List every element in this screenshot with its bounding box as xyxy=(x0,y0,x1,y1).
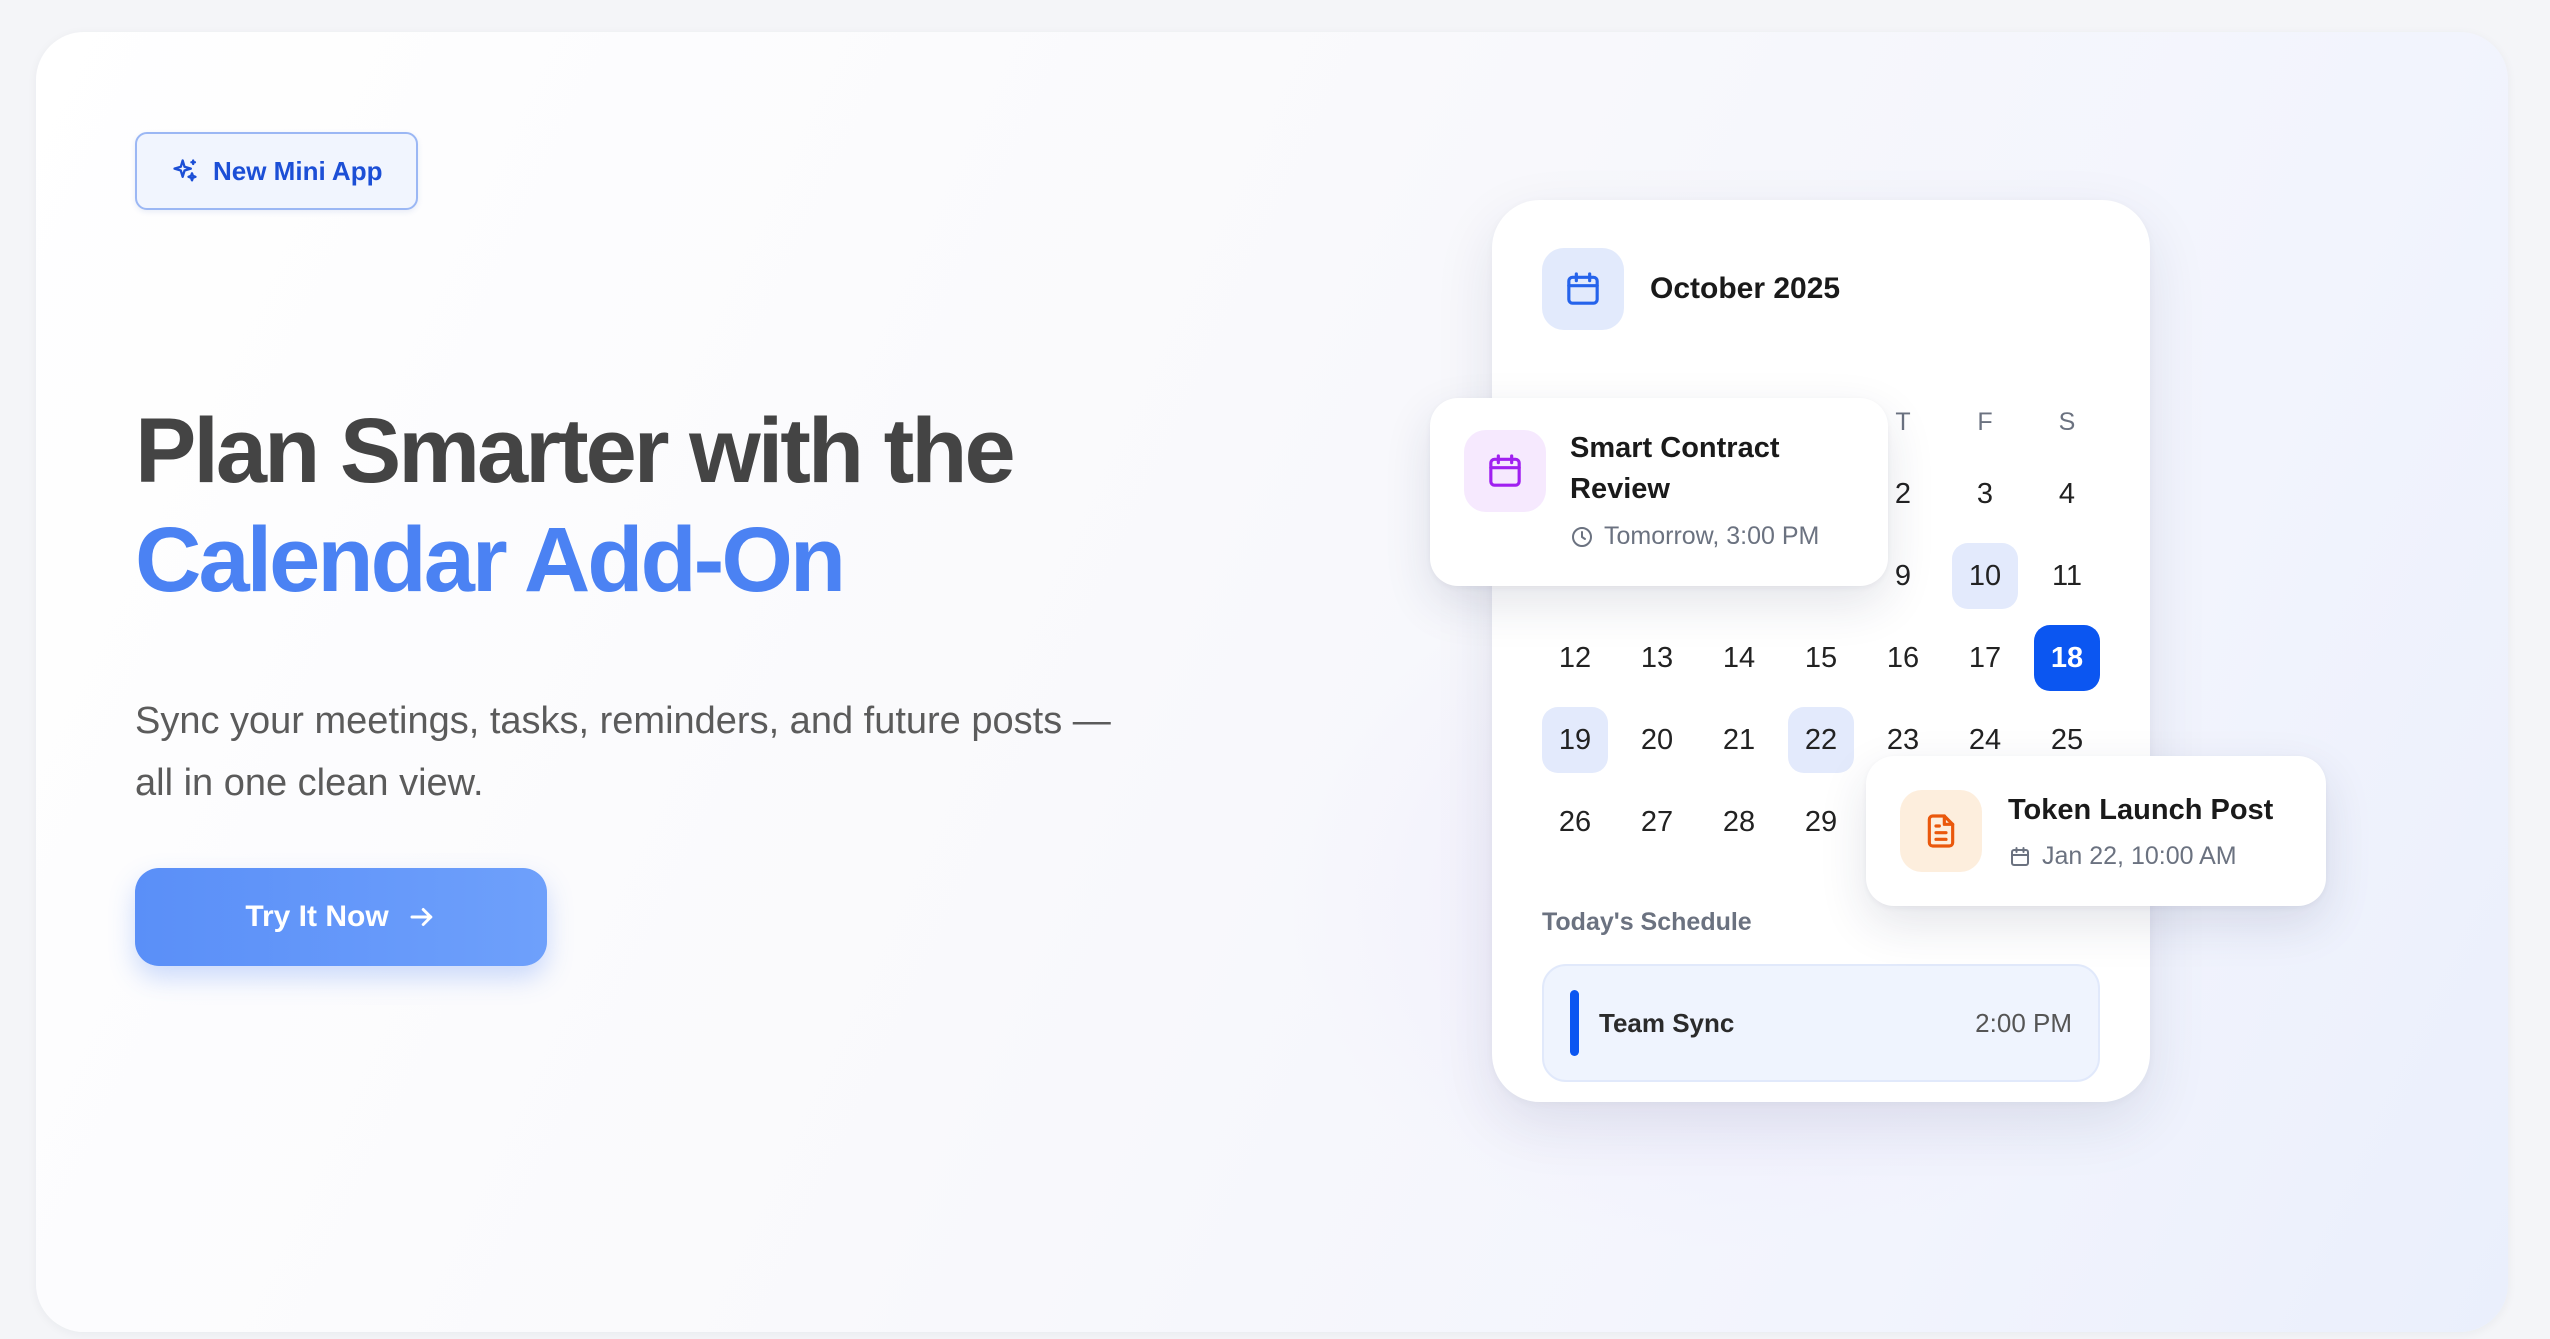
calendar-day[interactable]: 28 xyxy=(1706,789,1772,855)
hero-subtitle: Sync your meetings, tasks, reminders, an… xyxy=(135,700,1111,804)
calendar-day[interactable]: 10 xyxy=(1952,543,2018,609)
calendar-day[interactable]: 16 xyxy=(1870,625,1936,691)
token-launch-post-card[interactable]: Token Launch Post Jan 22, 10:00 AM xyxy=(1866,756,2326,906)
calendar-day[interactable]: 12 xyxy=(1542,625,1608,691)
hero-title-line-1: Plan Smarter with the xyxy=(135,400,1016,502)
sparkles-icon xyxy=(171,157,199,185)
smart-contract-review-card[interactable]: Smart Contract Review Tomorrow, 3:00 PM xyxy=(1430,398,1888,586)
calendar-day[interactable]: 21 xyxy=(1706,707,1772,773)
event-title: Token Launch Post xyxy=(2008,794,2274,826)
calendar-week-row: 12 13 14 15 16 17 18 xyxy=(1542,625,2112,691)
schedule-item-name: Team Sync xyxy=(1599,1007,1735,1038)
calendar-header: October 2025 xyxy=(1542,248,1840,330)
calendar-day-selected[interactable]: 18 xyxy=(2034,625,2100,691)
calendar-day[interactable]: 13 xyxy=(1624,625,1690,691)
schedule-item[interactable]: Team Sync 2:00 PM xyxy=(1542,964,2100,1082)
event-meta: Tomorrow, 3:00 PM xyxy=(1570,522,1819,551)
calendar-icon xyxy=(2008,845,2032,869)
schedule-heading: Today's Schedule xyxy=(1542,908,1752,936)
schedule-color-bar xyxy=(1570,990,1579,1056)
calendar-widget: October 2025 S M T W T F S 1234567891011… xyxy=(1492,200,2150,1102)
document-icon xyxy=(1900,790,1982,872)
arrow-right-icon xyxy=(407,902,437,932)
try-it-now-button[interactable]: Try It Now xyxy=(135,868,547,966)
schedule-item-time: 2:00 PM xyxy=(1975,1007,2072,1038)
event-date: Jan 22, 10:00 AM xyxy=(2042,842,2237,870)
calendar-day[interactable]: 3 xyxy=(1952,461,2018,527)
event-time: Tomorrow, 3:00 PM xyxy=(1604,522,1820,550)
calendar-day[interactable]: 19 xyxy=(1542,707,1608,773)
cta-label: Try It Now xyxy=(245,900,389,933)
calendar-icon xyxy=(1464,430,1546,512)
calendar-icon xyxy=(1542,248,1624,330)
hero-title: Plan Smarter with the Calendar Add-On xyxy=(135,397,1016,615)
event-title: Smart Contract Review xyxy=(1570,432,1780,505)
calendar-day[interactable]: 14 xyxy=(1706,625,1772,691)
calendar-day[interactable]: 11 xyxy=(2034,543,2100,609)
calendar-day[interactable]: 22 xyxy=(1788,707,1854,773)
calendar-month-title: October 2025 xyxy=(1650,272,1841,305)
calendar-day[interactable]: 4 xyxy=(2034,461,2100,527)
clock-icon xyxy=(1570,525,1594,549)
weekday-label: F xyxy=(1977,408,1993,436)
calendar-day[interactable]: 20 xyxy=(1624,707,1690,773)
event-meta: Jan 22, 10:00 AM xyxy=(2008,842,2237,871)
calendar-day[interactable]: 27 xyxy=(1624,789,1690,855)
weekday-label: S xyxy=(2058,408,2076,436)
calendar-day[interactable]: 17 xyxy=(1952,625,2018,691)
new-mini-app-badge[interactable]: New Mini App xyxy=(135,132,419,210)
calendar-day[interactable]: 29 xyxy=(1788,789,1854,855)
calendar-day[interactable]: 15 xyxy=(1788,625,1854,691)
calendar-day[interactable]: 26 xyxy=(1542,789,1608,855)
badge-label: New Mini App xyxy=(213,155,383,186)
hero-title-line-2: Calendar Add-On xyxy=(135,509,846,611)
